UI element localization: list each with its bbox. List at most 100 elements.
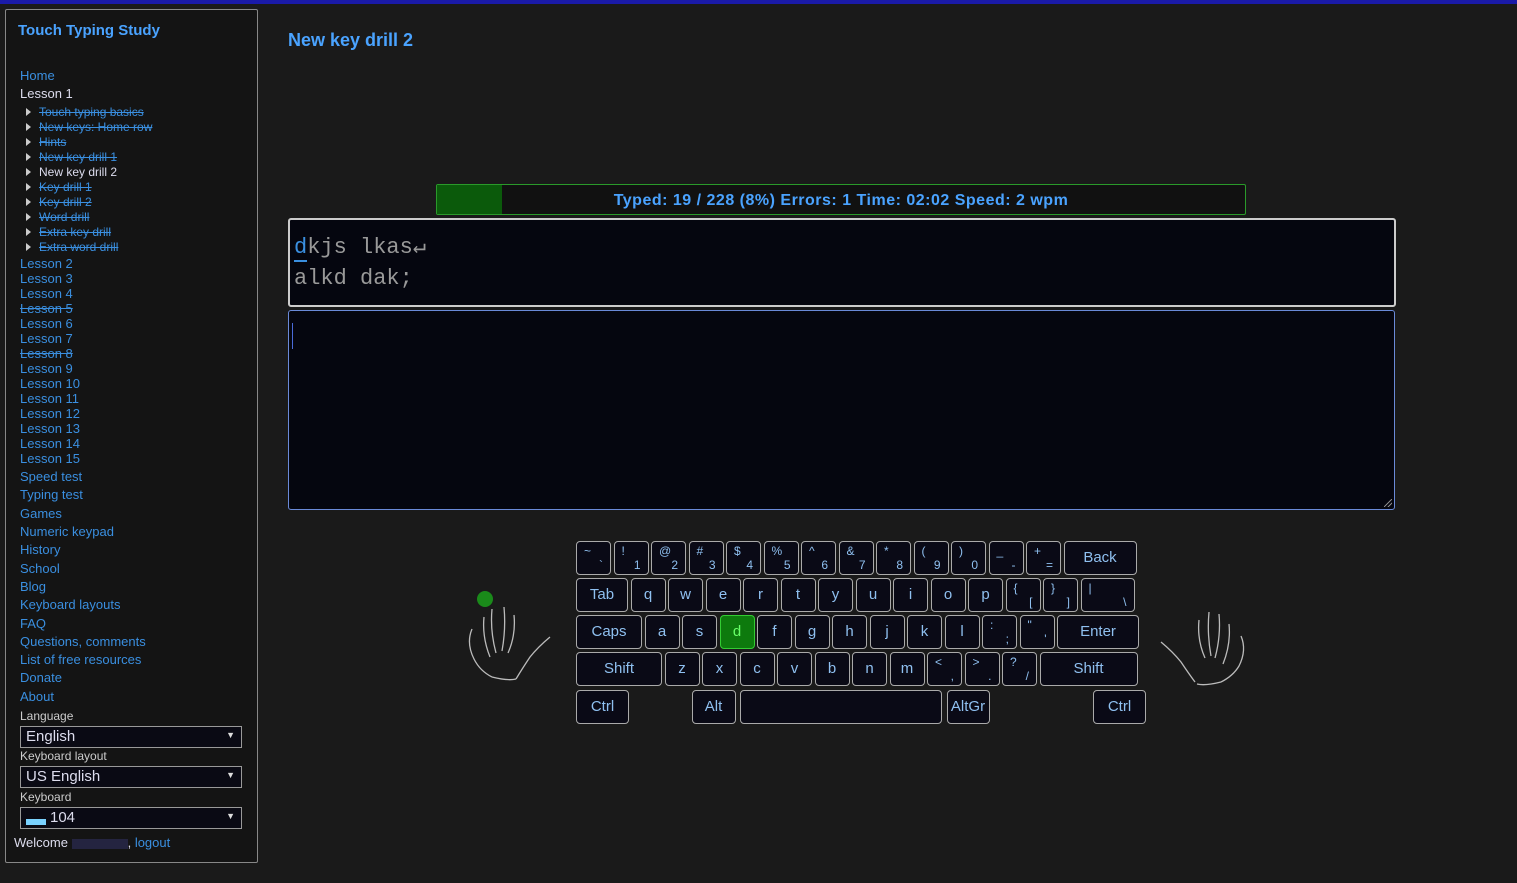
key-t[interactable]: t <box>780 578 816 612</box>
key-g[interactable]: g <box>794 615 830 649</box>
nav-link[interactable]: Keyboard layouts <box>20 597 120 612</box>
nav-lesson[interactable]: Lesson 10 <box>20 376 80 391</box>
key-caps[interactable]: Caps <box>576 615 642 649</box>
nav-lesson[interactable]: Lesson 4 <box>20 286 73 301</box>
lesson-1-item[interactable]: Touch typing basics <box>39 105 144 119</box>
key-symbol[interactable]: | \ <box>1080 578 1135 612</box>
language-select[interactable]: English ▼ <box>20 726 242 748</box>
nav-link[interactable]: School <box>20 561 60 576</box>
key-symbol[interactable]: % 5 <box>763 541 799 575</box>
key-symbol[interactable]: ? / <box>1002 652 1037 686</box>
nav-link[interactable]: Typing test <box>20 487 83 502</box>
keyboard-select[interactable]: 104 ▼ <box>20 807 242 829</box>
lesson-1-item[interactable]: Key drill 2 <box>39 195 92 209</box>
nav-lesson[interactable]: Lesson 13 <box>20 421 80 436</box>
lesson-1-item[interactable]: Extra word drill <box>39 240 118 254</box>
key-k[interactable]: k <box>907 615 942 649</box>
key-e[interactable]: e <box>705 578 741 612</box>
site-title[interactable]: Touch Typing Study <box>18 22 160 39</box>
key-w[interactable]: w <box>668 578 703 612</box>
key-symbol[interactable]: * 8 <box>876 541 911 575</box>
lesson-1-item[interactable]: Key drill 1 <box>39 180 92 194</box>
lesson-1-item[interactable]: New key drill 2 <box>39 165 117 179</box>
nav-lesson-1[interactable]: Lesson 1 <box>20 86 73 101</box>
key-symbol[interactable]: #3 <box>688 541 724 575</box>
key-r[interactable]: r <box>743 578 778 612</box>
key-p[interactable]: p <box>968 578 1003 612</box>
key-d[interactable]: d <box>719 615 755 649</box>
key-ctrl[interactable]: Ctrl <box>576 690 629 724</box>
key-symbol[interactable]: ! 1 <box>613 541 649 575</box>
key-enter[interactable]: Enter <box>1057 615 1139 649</box>
nav-link[interactable]: History <box>20 542 60 557</box>
lesson-1-item[interactable]: Extra key drill <box>39 225 111 239</box>
typing-input[interactable] <box>288 310 1395 510</box>
key-symbol[interactable]: {[ <box>1005 578 1041 612</box>
key-j[interactable]: j <box>869 615 905 649</box>
key-n[interactable]: n <box>852 652 887 686</box>
nav-lesson[interactable]: Lesson 9 <box>20 361 73 376</box>
key-symbol[interactable]: + = <box>1026 541 1061 575</box>
lesson-1-item[interactable]: Hints <box>39 135 66 149</box>
lesson-1-item[interactable]: New key drill 1 <box>39 150 117 164</box>
nav-lesson[interactable]: Lesson 14 <box>20 436 80 451</box>
nav-lesson[interactable]: Lesson 15 <box>20 451 80 466</box>
lesson-1-item[interactable]: New keys: Home row <box>39 120 152 134</box>
nav-link[interactable]: Numeric keypad <box>20 524 114 539</box>
key-x[interactable]: x <box>702 652 737 686</box>
nav-link[interactable]: Games <box>20 506 62 521</box>
nav-link[interactable]: Speed test <box>20 469 82 484</box>
key-symbol[interactable]: $4 <box>726 541 761 575</box>
key-symbol[interactable]: ~ ` <box>576 541 611 575</box>
nav-lesson[interactable]: Lesson 5 <box>20 301 73 316</box>
nav-lesson[interactable]: Lesson 6 <box>20 316 73 331</box>
key-y[interactable]: y <box>818 578 853 612</box>
key-a[interactable]: a <box>644 615 680 649</box>
key-symbol[interactable]: & 7 <box>838 541 874 575</box>
key-o[interactable]: o <box>930 578 966 612</box>
nav-home[interactable]: Home <box>20 68 55 83</box>
key-h[interactable]: h <box>832 615 867 649</box>
key-i[interactable]: i <box>893 578 928 612</box>
key-symbol[interactable]: ) 0 <box>951 541 986 575</box>
nav-lesson[interactable]: Lesson 3 <box>20 271 73 286</box>
nav-link[interactable]: About <box>20 689 54 704</box>
key-symbol[interactable]: }] <box>1043 578 1078 612</box>
key-space[interactable] <box>740 690 942 724</box>
logout-link[interactable]: logout <box>135 835 170 850</box>
key-c[interactable]: c <box>739 652 775 686</box>
nav-link[interactable]: Blog <box>20 579 46 594</box>
nav-lesson[interactable]: Lesson 8 <box>20 346 73 361</box>
key-shift[interactable]: Shift <box>576 652 662 686</box>
nav-lesson[interactable]: Lesson 12 <box>20 406 80 421</box>
key-symbol[interactable]: <, <box>927 652 962 686</box>
key-altgr[interactable]: AltGr <box>946 690 990 724</box>
resize-grip-icon[interactable] <box>1384 499 1392 507</box>
key-v[interactable]: v <box>777 652 812 686</box>
key-symbol[interactable]: :; <box>982 615 1017 649</box>
keyboard-layout-select[interactable]: US English ▼ <box>20 766 242 788</box>
key-alt[interactable]: Alt <box>691 690 736 724</box>
key-q[interactable]: q <box>630 578 666 612</box>
key-back[interactable]: Back <box>1063 541 1137 575</box>
key-tab[interactable]: Tab <box>576 578 628 612</box>
lesson-1-item[interactable]: Word drill <box>39 210 89 224</box>
key-symbol[interactable]: @2 <box>651 541 686 575</box>
key-ctrl[interactable]: Ctrl <box>1093 690 1146 724</box>
key-symbol[interactable]: _ - <box>988 541 1024 575</box>
key-m[interactable]: m <box>889 652 925 686</box>
key-s[interactable]: s <box>682 615 717 649</box>
nav-link[interactable]: Questions, comments <box>20 634 146 649</box>
nav-link[interactable]: List of free resources <box>20 652 141 667</box>
nav-lesson[interactable]: Lesson 2 <box>20 256 73 271</box>
key-u[interactable]: u <box>855 578 891 612</box>
nav-link[interactable]: Donate <box>20 670 62 685</box>
nav-link[interactable]: FAQ <box>20 616 46 631</box>
key-z[interactable]: z <box>664 652 700 686</box>
nav-lesson[interactable]: Lesson 11 <box>20 391 79 406</box>
key-b[interactable]: b <box>814 652 850 686</box>
key-shift[interactable]: Shift <box>1039 652 1138 686</box>
nav-lesson[interactable]: Lesson 7 <box>20 331 73 346</box>
key-symbol[interactable]: (9 <box>913 541 949 575</box>
key-symbol[interactable]: ^ 6 <box>801 541 836 575</box>
